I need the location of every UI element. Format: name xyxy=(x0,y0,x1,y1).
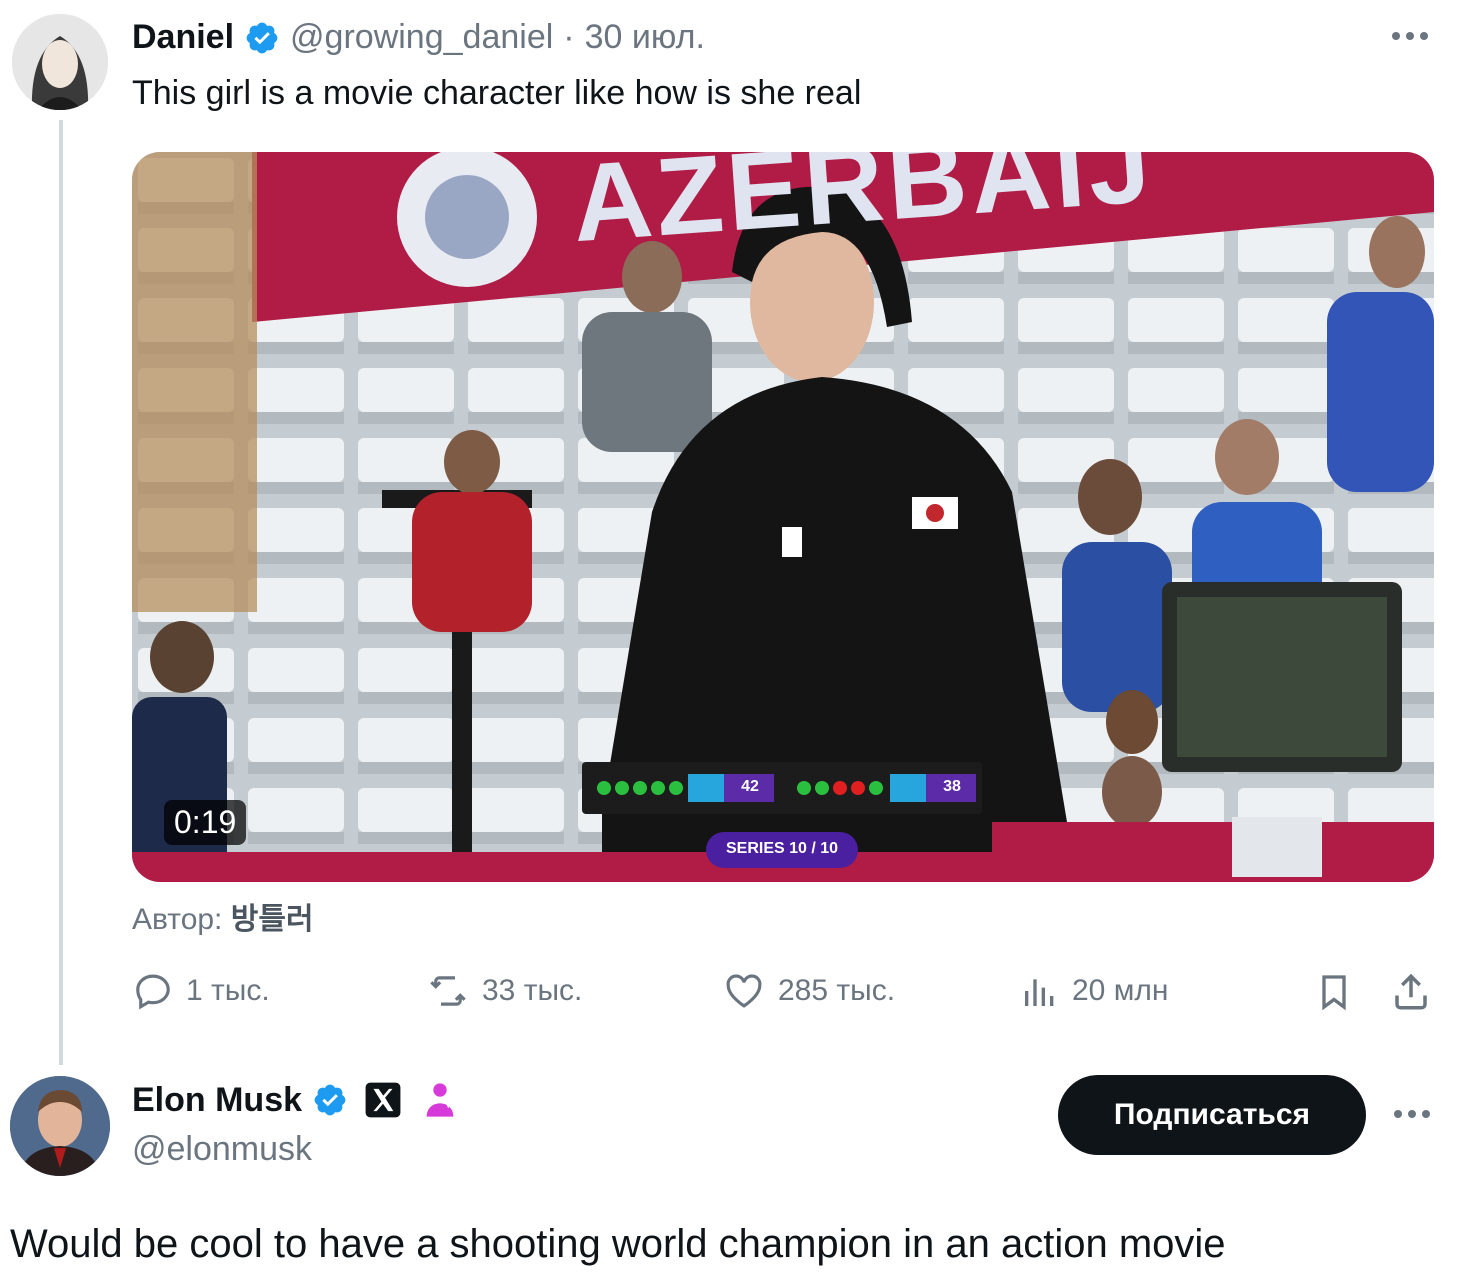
repost-count: 33 тыс. xyxy=(482,974,583,1007)
series-label: SERIES 10 / 10 xyxy=(725,840,839,857)
like-action[interactable]: 285 тыс. xyxy=(722,970,895,1012)
follow-button-label: Подписаться xyxy=(1113,1098,1311,1131)
views-count: 20 млн xyxy=(1072,974,1169,1007)
score-left: 42 xyxy=(741,778,759,795)
views-action[interactable]: 20 млн xyxy=(1020,970,1168,1012)
author-name[interactable]: Daniel xyxy=(132,18,234,57)
repost-action[interactable]: 33 тыс. xyxy=(426,970,582,1012)
avatar[interactable] xyxy=(10,1076,110,1176)
more-options-icon[interactable] xyxy=(1392,1104,1432,1129)
author-name[interactable]: Elon Musk xyxy=(132,1081,302,1120)
thread-line xyxy=(59,120,63,1065)
share-icon[interactable] xyxy=(1390,970,1432,1014)
video-duration: 0:19 xyxy=(164,800,247,845)
views-chart-icon xyxy=(1020,970,1060,1012)
author-handle[interactable]: @growing_daniel xyxy=(290,18,553,57)
author-handle[interactable]: @elonmusk xyxy=(132,1130,312,1169)
like-count: 285 тыс. xyxy=(778,974,896,1007)
credit-label: Автор: xyxy=(132,903,223,936)
repost-icon xyxy=(426,970,470,1012)
credit-name[interactable]: 방틀러 xyxy=(231,903,314,936)
media-credit: Автор: 방틀러 xyxy=(132,894,314,938)
x-affiliate-badge-icon xyxy=(364,1081,402,1119)
avatar[interactable] xyxy=(12,14,108,110)
verified-badge-icon xyxy=(312,1082,348,1118)
tweet-date[interactable]: 30 июл. xyxy=(585,18,705,57)
video-frame xyxy=(132,152,1434,882)
more-options-icon[interactable] xyxy=(1390,26,1430,51)
bookmark-icon[interactable] xyxy=(1314,970,1354,1014)
reply-action[interactable]: 1 тыс. xyxy=(132,970,270,1012)
reply-header: Elon Musk xyxy=(132,1080,460,1120)
heart-icon xyxy=(722,970,766,1012)
tweet-header: Daniel @growing_daniel · 30 июл. xyxy=(132,18,705,57)
government-affiliate-icon xyxy=(420,1080,460,1120)
follow-button[interactable]: Подписаться xyxy=(1058,1075,1366,1155)
video-player[interactable]: AZERBAIJ 42 38 SERIES 10 / 10 0:19 xyxy=(132,152,1434,882)
reply-count: 1 тыс. xyxy=(186,974,270,1007)
reply-icon xyxy=(132,970,174,1012)
score-right: 38 xyxy=(943,778,961,795)
separator: · xyxy=(563,18,575,56)
reply-text: Would be cool to have a shooting world c… xyxy=(10,1222,1226,1266)
tweet-text: This girl is a movie character like how … xyxy=(132,74,862,112)
verified-badge-icon xyxy=(244,20,280,56)
